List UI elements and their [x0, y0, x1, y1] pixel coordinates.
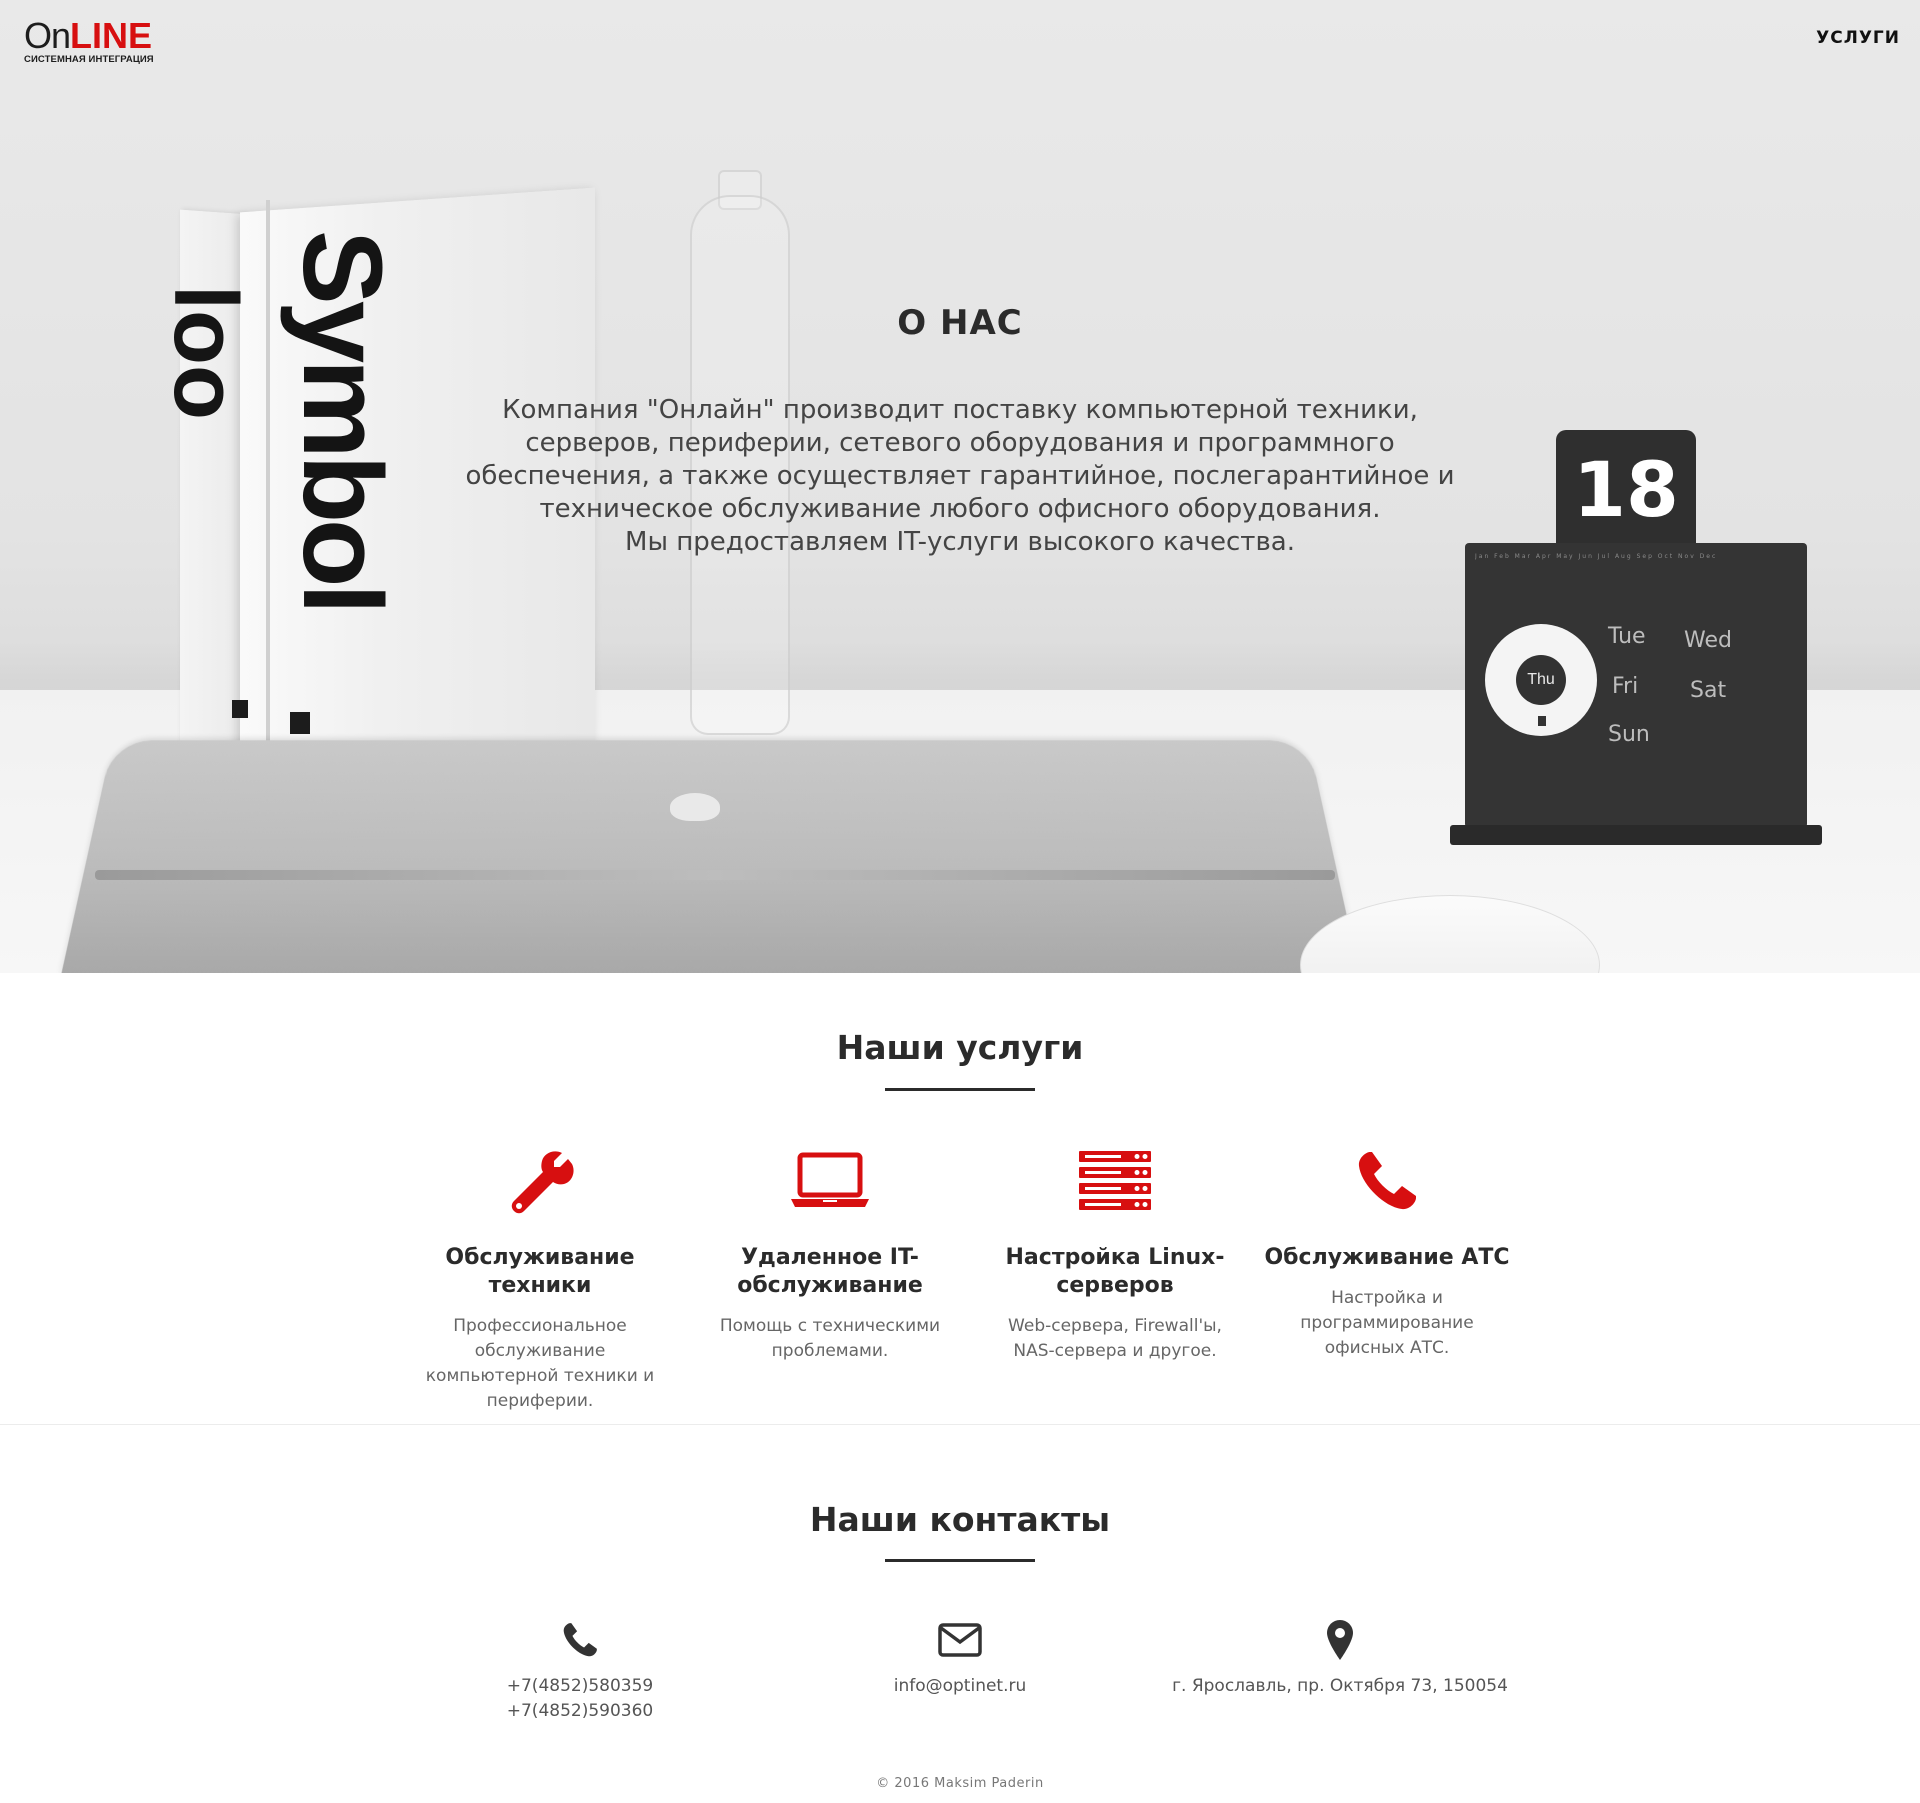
logo-wordmark: OnLINE	[24, 18, 164, 54]
service-description: Помощь с техническими проблемами.	[719, 1316, 941, 1361]
phone-lines: +7(4852)580359 +7(4852)590360	[470, 1674, 690, 1724]
book-spine-line	[266, 200, 270, 780]
calendar-day: Fri	[1612, 674, 1639, 699]
calendar-day: Sun	[1608, 722, 1650, 747]
contacts-title-underline	[885, 1559, 1035, 1562]
book-logo-2	[290, 712, 310, 734]
contact-phone: +7(4852)580359 +7(4852)590360	[470, 1618, 690, 1724]
about-title: О НАС	[897, 303, 1023, 343]
calendar-day: Wed	[1684, 628, 1732, 653]
calendar-number: 18	[1573, 445, 1679, 534]
laptop-edge	[95, 870, 1335, 880]
contacts-title: Наши контакты	[809, 1500, 1111, 1539]
logo-line: LINE	[70, 15, 153, 56]
nav-services-link[interactable]: УСЛУГИ	[1790, 28, 1900, 48]
map-marker-icon	[1140, 1618, 1540, 1662]
about-text-line: серверов, периферии, сетевого оборудован…	[525, 428, 1395, 458]
service-card-remote: Удаленное IT-обслуживание Помощь с техни…	[700, 1145, 960, 1364]
phone-icon	[1257, 1145, 1517, 1217]
laptop	[60, 740, 1361, 973]
book-cover-text: Symbol	[280, 230, 405, 611]
phone-icon	[470, 1618, 690, 1662]
contact-email: info@optinet.ru	[840, 1618, 1080, 1699]
about-text: Компания "Онлайн" производит поставку ко…	[410, 394, 1510, 559]
service-title: Обслуживание техники	[445, 1245, 635, 1298]
calendar-day: Tue	[1608, 624, 1646, 649]
envelope-icon	[840, 1618, 1080, 1662]
section-divider	[0, 1424, 1920, 1425]
services-title-underline	[885, 1088, 1035, 1091]
server-icon	[985, 1145, 1245, 1217]
phone-number[interactable]: +7(4852)580359	[470, 1674, 690, 1699]
about-text-line: техническое обслуживание любого офисного…	[539, 494, 1381, 524]
laptop-logo	[670, 793, 720, 821]
calendar-arrow	[1538, 716, 1546, 726]
service-title: Удаленное IT-обслуживание	[737, 1245, 923, 1298]
services-title: Наши услуги	[836, 1028, 1084, 1067]
site-logo[interactable]: OnLINE СИСТЕМНАЯ ИНТЕГРАЦИЯ	[24, 18, 164, 66]
about-text-line: Компания "Онлайн" производит поставку ко…	[502, 395, 1418, 425]
service-title: Обслуживание АТС	[1264, 1245, 1510, 1270]
book-logo-1	[232, 700, 248, 718]
footer-copyright: © 2016 Maksim Paderin	[876, 1776, 1044, 1791]
address-text: г. Ярославль, пр. Октября 73, 150054	[1172, 1676, 1508, 1696]
service-description: Профессиональное обслуживание компьютерн…	[425, 1316, 655, 1411]
phone-number[interactable]: +7(4852)590360	[470, 1699, 690, 1724]
service-title: Настройка Linux-серверов	[1005, 1245, 1225, 1298]
service-description: Web-сервера, Firewall'ы, NAS-сервера и д…	[1008, 1316, 1222, 1361]
contact-address: г. Ярославль, пр. Октября 73, 150054	[1140, 1618, 1540, 1699]
about-text-line: Мы предоставляем IT-услуги высокого каче…	[625, 527, 1295, 557]
wrench-icon	[410, 1145, 670, 1217]
hero-section: loo Symbol 18 Jan Feb Mar Apr May Jun Ju…	[0, 0, 1920, 973]
service-card-linux: Настройка Linux-серверов Web-сервера, Fi…	[985, 1145, 1245, 1364]
logo-on: On	[24, 15, 71, 56]
service-description: Настройка и программирование офисных АТС…	[1300, 1288, 1474, 1358]
calendar-day: Sat	[1690, 678, 1727, 703]
calendar-months: Jan Feb Mar Apr May Jun Jul Aug Sep Oct …	[1475, 553, 1718, 560]
service-card-maintenance: Обслуживание техники Профессиональное об…	[410, 1145, 670, 1414]
logo-subtitle: СИСТЕМНАЯ ИНТЕГРАЦИЯ	[24, 54, 154, 65]
calendar-base	[1450, 825, 1822, 845]
laptop-icon	[700, 1145, 960, 1217]
service-card-pbx: Обслуживание АТС Настройка и программиро…	[1257, 1145, 1517, 1361]
calendar-dial-center: Thu	[1516, 655, 1566, 705]
email-address[interactable]: info@optinet.ru	[840, 1674, 1080, 1699]
about-text-line: обеспечения, а также осуществляет гарант…	[465, 461, 1455, 491]
